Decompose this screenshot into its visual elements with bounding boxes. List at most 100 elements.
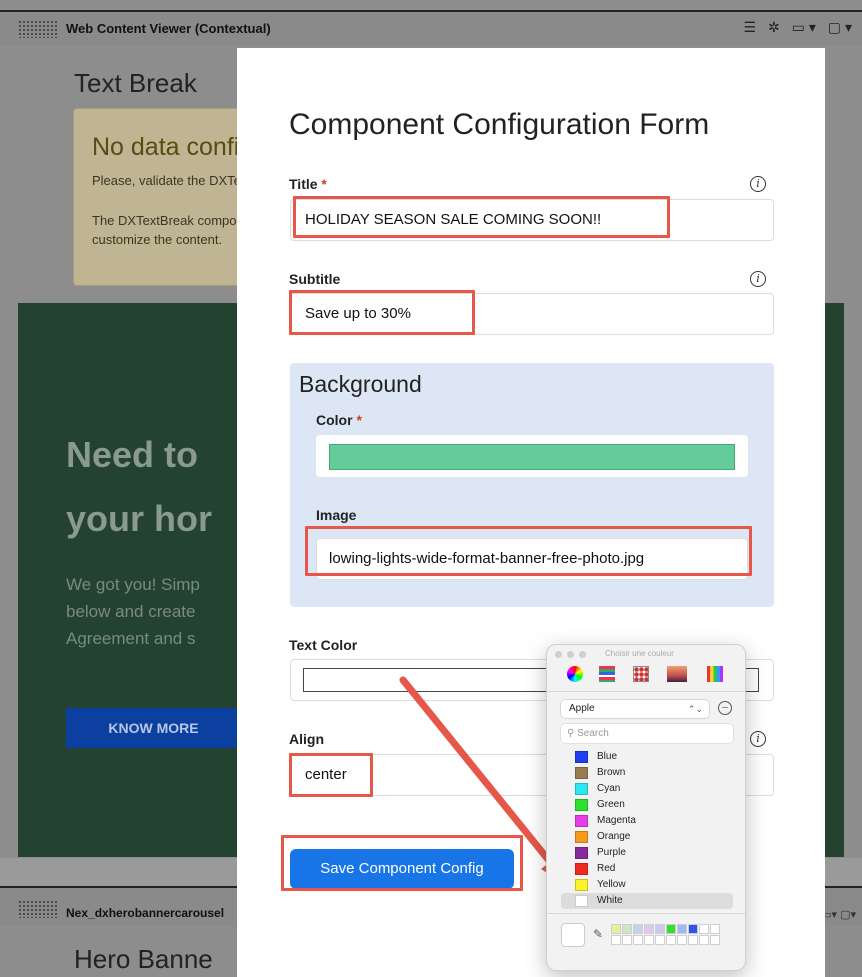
color-swatch	[575, 879, 588, 891]
picker-tabs	[557, 663, 737, 687]
color-swatch	[575, 895, 588, 907]
color-search-input[interactable]: ⚲ Search	[561, 724, 733, 743]
color-swatch	[575, 767, 588, 779]
current-color-swatch[interactable]	[561, 923, 585, 947]
hero-paragraph-line: below and create	[66, 602, 196, 621]
textbreak-heading: Text Break	[74, 68, 197, 98]
color-name: Brown	[597, 767, 626, 778]
saved-color-slot[interactable]	[666, 924, 676, 934]
saved-color-slot[interactable]	[622, 924, 632, 934]
background-heading: Background	[299, 371, 422, 397]
portlet-title: Web Content Viewer (Contextual)	[66, 21, 271, 36]
palette-select[interactable]: Apple ⌃⌄	[561, 700, 709, 718]
color-name: Purple	[597, 847, 626, 858]
zoom-window-button[interactable]	[579, 651, 586, 658]
subtitle-input[interactable]: Save up to 30%	[290, 293, 774, 335]
saved-color-slot[interactable]	[611, 935, 621, 945]
saved-colors-grid[interactable]	[611, 924, 725, 948]
color-list-item[interactable]: Orange	[561, 829, 733, 845]
search-icon: ⚲	[567, 728, 578, 739]
picker-title: Choisir une couleur	[605, 649, 674, 658]
portlet-menu-icons[interactable]: ▭▾ ▢▾	[821, 908, 856, 921]
saved-color-slot[interactable]	[611, 924, 621, 934]
portlet-menu-icons[interactable]: ☰ ✲ ▭▾ ▢▾	[744, 19, 856, 36]
portlet-title: Nex_dxherobannercarousel	[66, 906, 225, 920]
palettes-icon[interactable]	[633, 666, 649, 682]
color-list-item[interactable]: Purple	[561, 845, 733, 861]
hero-paragraph-line: Agreement and s	[66, 629, 196, 648]
saved-color-slot[interactable]	[688, 935, 698, 945]
info-icon[interactable]: i	[750, 271, 766, 287]
color-label: Color *	[316, 412, 362, 428]
hero-heading: Need to your hor	[66, 423, 212, 551]
sliders-icon[interactable]	[599, 666, 615, 682]
align-label: Align	[289, 731, 324, 747]
background-section: Background Color * Image lowing-lights-w…	[290, 363, 774, 607]
eyedropper-icon[interactable]: ✎	[593, 927, 603, 941]
color-name: Blue	[597, 751, 618, 762]
image-palettes-icon[interactable]	[667, 666, 687, 682]
color-name: Green	[597, 799, 625, 810]
hero-heading-line: your hor	[66, 498, 213, 539]
color-list-item[interactable]: Red	[561, 861, 733, 877]
hero-paragraph: We got you! Simp below and create Agreem…	[66, 571, 200, 652]
color-list-item[interactable]: Blue	[561, 749, 733, 765]
saved-color-slot[interactable]	[699, 924, 709, 934]
color-swatch[interactable]	[329, 444, 735, 470]
saved-color-slot[interactable]	[633, 924, 643, 934]
hero-banner-heading: Hero Banne	[74, 944, 213, 974]
color-list-item[interactable]: Cyan	[561, 781, 733, 797]
subtitle-label: Subtitle	[289, 271, 341, 287]
color-list: Blue Brown Cyan Green Magenta Orange Pur…	[561, 749, 733, 909]
color-wheel-icon[interactable]	[567, 666, 583, 682]
hero-heading-line: Need to	[66, 434, 199, 475]
saved-color-slot[interactable]	[677, 924, 687, 934]
color-list-item[interactable]: Green	[561, 797, 733, 813]
color-label-text: Color	[316, 412, 353, 428]
saved-color-slot[interactable]	[622, 935, 632, 945]
drag-handle-icon[interactable]	[18, 20, 58, 38]
color-list-item-selected[interactable]: White	[561, 893, 733, 909]
color-name: Red	[597, 863, 616, 874]
text-color-label: Text Color	[289, 637, 358, 653]
minimize-window-button[interactable]	[567, 651, 574, 658]
color-list-item[interactable]: Brown	[561, 765, 733, 781]
color-picker-window: Choisir une couleur Apple ⌃⌄ – ⚲ Search …	[546, 644, 746, 971]
saved-color-slot[interactable]	[710, 935, 720, 945]
saved-color-slot[interactable]	[699, 935, 709, 945]
color-list-item[interactable]: Magenta	[561, 813, 733, 829]
saved-color-slot[interactable]	[688, 924, 698, 934]
drag-handle-icon[interactable]	[18, 900, 58, 918]
image-input[interactable]: lowing-lights-wide-format-banner-free-ph…	[316, 538, 748, 580]
pencils-icon[interactable]	[707, 666, 723, 682]
title-label-text: Title	[289, 176, 318, 192]
know-more-button[interactable]: KNOW MORE	[66, 708, 241, 748]
saved-color-slot[interactable]	[644, 935, 654, 945]
close-window-button[interactable]	[555, 651, 562, 658]
saved-color-slot[interactable]	[644, 924, 654, 934]
divider	[547, 913, 745, 914]
color-field	[316, 435, 748, 477]
more-options-icon[interactable]: –	[718, 701, 732, 715]
color-name: Orange	[597, 831, 631, 842]
saved-color-slot[interactable]	[655, 935, 665, 945]
saved-color-slot[interactable]	[710, 924, 720, 934]
info-icon[interactable]: i	[750, 176, 766, 192]
saved-color-slot[interactable]	[655, 924, 665, 934]
search-placeholder: Search	[577, 728, 609, 739]
info-icon[interactable]: i	[750, 731, 766, 747]
required-mark: *	[356, 412, 362, 428]
saved-color-slot[interactable]	[677, 935, 687, 945]
color-swatch	[575, 815, 588, 827]
saved-color-slot[interactable]	[666, 935, 676, 945]
color-swatch	[575, 799, 588, 811]
color-swatch	[575, 863, 588, 875]
title-input[interactable]: HOLIDAY SEASON SALE COMING SOON!!	[290, 199, 774, 241]
color-list-item[interactable]: Yellow	[561, 877, 733, 893]
divider	[547, 691, 745, 692]
save-config-button[interactable]: Save Component Config	[290, 849, 514, 889]
color-name: White	[597, 895, 623, 906]
required-mark: *	[321, 176, 327, 192]
saved-color-slot[interactable]	[633, 935, 643, 945]
hero-paragraph-line: We got you! Simp	[66, 575, 200, 594]
